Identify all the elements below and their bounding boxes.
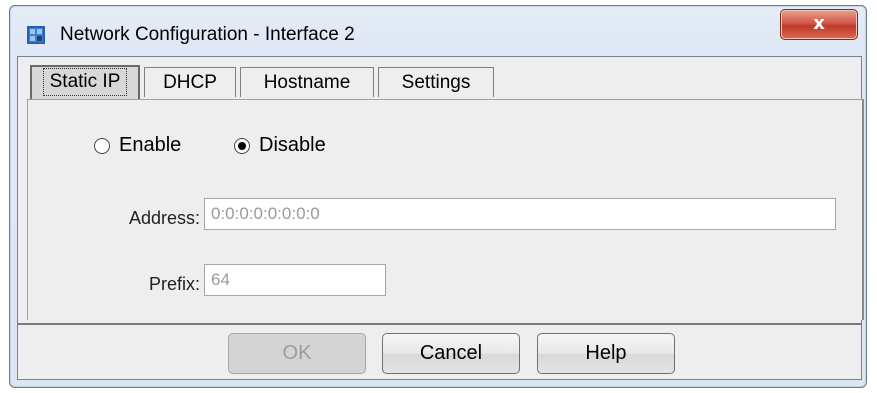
tab-label: Hostname	[263, 72, 351, 93]
tab-label: DHCP	[163, 72, 217, 93]
help-button[interactable]: Help	[537, 333, 675, 374]
close-icon: x	[813, 13, 825, 34]
address-input[interactable]	[204, 198, 836, 230]
dialog-content: Static IP DHCP Hostname Settings Enable …	[17, 56, 864, 380]
enable-radio-label[interactable]: Enable	[119, 134, 181, 157]
button-area-divider	[18, 323, 861, 325]
radio-selected-dot	[238, 142, 246, 150]
tab-dhcp[interactable]: DHCP	[144, 67, 236, 97]
disable-radio[interactable]	[234, 138, 250, 154]
close-button[interactable]: x	[780, 9, 858, 40]
window-title: Network Configuration - Interface 2	[60, 24, 355, 45]
enable-radio[interactable]	[94, 138, 110, 154]
cancel-button[interactable]: Cancel	[382, 333, 520, 374]
tab-static-ip[interactable]: Static IP	[30, 65, 140, 99]
ok-button[interactable]: OK	[228, 333, 366, 374]
prefix-input[interactable]	[204, 264, 386, 296]
tab-label: Static IP	[42, 68, 128, 96]
tab-strip: Static IP DHCP Hostname Settings	[18, 57, 861, 103]
tab-label: Settings	[401, 72, 471, 93]
disable-radio-label[interactable]: Disable	[259, 134, 326, 157]
address-label: Address:	[128, 208, 200, 228]
tab-hostname[interactable]: Hostname	[240, 67, 374, 97]
tab-settings[interactable]: Settings	[378, 67, 494, 97]
network-app-icon	[27, 26, 45, 44]
title-bar[interactable]: Network Configuration - Interface 2 x	[10, 6, 866, 58]
static-ip-panel: Enable Disable Address: Prefix:	[27, 99, 864, 320]
dialog-window: Network Configuration - Interface 2 x St…	[9, 5, 867, 388]
prefix-label: Prefix:	[148, 274, 200, 294]
